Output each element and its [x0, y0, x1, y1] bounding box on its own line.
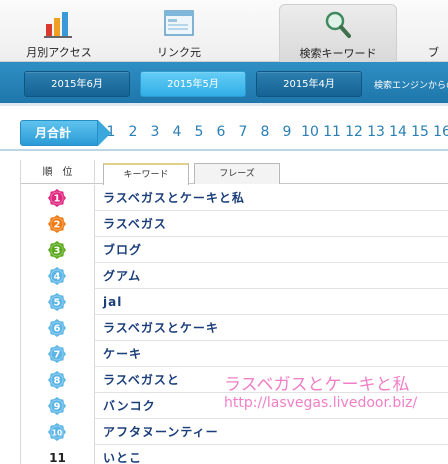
keyword-link[interactable]: ブログ: [94, 237, 448, 263]
keyword-row: 1 ラスベガスとケーキと私: [21, 185, 448, 211]
keyword-link[interactable]: ラスベガスとケーキ: [94, 315, 448, 341]
day-link[interactable]: 6: [212, 124, 230, 140]
tab-phrase[interactable]: フレーズ: [194, 163, 280, 184]
keyword-link[interactable]: jal: [94, 289, 448, 315]
day-link[interactable]: 1: [102, 124, 120, 140]
tab-monthly-access[interactable]: 月別アクセス: [0, 4, 118, 62]
rank-cell: 4: [21, 263, 94, 289]
rank-badge-icon: 1: [48, 189, 66, 207]
browser-window-icon: [164, 10, 194, 36]
rank-number: 6: [54, 324, 61, 335]
month-button-2015-05[interactable]: 2015年5月: [140, 71, 246, 97]
keyword-link[interactable]: ケーキ: [94, 341, 448, 367]
rank-badge-icon: 9: [48, 397, 66, 415]
month-total-button[interactable]: 月合計: [20, 120, 111, 146]
day-link[interactable]: 12: [342, 124, 366, 140]
rank-cell: 6: [21, 315, 94, 341]
month-note: 検索エンジンからの: [374, 81, 448, 91]
tab-keyword[interactable]: キーワード: [103, 163, 189, 185]
rank-cell: 8: [21, 367, 94, 393]
tab-referrer-label: リンク元: [157, 46, 201, 59]
day-link[interactable]: 14: [386, 124, 410, 140]
tab-monthly-access-label: 月別アクセス: [26, 46, 92, 59]
rank-number: 2: [54, 220, 61, 231]
day-link[interactable]: 3: [146, 124, 164, 140]
tab-search-keywords[interactable]: 検索キーワード: [279, 4, 397, 62]
tab-truncated-label: ブ: [428, 46, 439, 59]
day-link[interactable]: 2: [124, 124, 142, 140]
rank-cell: 11: [21, 445, 94, 464]
rank-badge-icon: 3: [48, 241, 66, 259]
rank-badge-icon: 4: [48, 267, 66, 285]
day-link[interactable]: 15: [408, 124, 432, 140]
day-bar-divider: [0, 149, 448, 151]
tab-search-keywords-label: 検索キーワード: [299, 47, 377, 60]
day-link[interactable]: 8: [256, 124, 274, 140]
keyword-row: 7 ケーキ: [21, 341, 448, 367]
keyword-tab-strip: キーワード フレーズ: [94, 160, 448, 185]
keyword-row: 6 ラスベガスとケーキ: [21, 315, 448, 341]
day-link[interactable]: 10: [298, 124, 322, 140]
keyword-link[interactable]: グアム: [94, 263, 448, 289]
day-link[interactable]: 7: [234, 124, 252, 140]
keyword-link[interactable]: アフタヌーンティー: [94, 419, 448, 445]
rank-number: 3: [54, 246, 61, 257]
keyword-link[interactable]: ラスベガス: [94, 211, 448, 237]
day-link[interactable]: 11: [320, 124, 344, 140]
day-selector-bar: 月合計 1 2 3 4 5 6 7 8 9 10 11 12 13 14 15 …: [0, 112, 448, 162]
rank-number: 1: [54, 194, 61, 205]
month-button-2015-06[interactable]: 2015年6月: [24, 71, 130, 97]
rank-cell: 7: [21, 341, 94, 367]
keyword-ranking-table: 順 位 キーワード フレーズ 1 ラスベガスとケーキと私 2 ラスベガス 3 ブログ 4 グア…: [20, 160, 448, 464]
rank-number: 5: [54, 298, 61, 309]
day-link[interactable]: 13: [364, 124, 388, 140]
keyword-link[interactable]: ラスベガスとケーキと私: [94, 185, 448, 211]
rank-number: 10: [52, 429, 62, 438]
day-link[interactable]: 5: [190, 124, 208, 140]
rank-badge-icon: 5: [48, 293, 66, 311]
watermark-blog-url: http://lasvegas.livedoor.biz/: [224, 395, 418, 411]
keyword-row: 5 jal: [21, 289, 448, 315]
keyword-row: 3 ブログ: [21, 237, 448, 263]
rank-cell: 10: [21, 419, 94, 445]
tab-referrer[interactable]: リンク元: [120, 4, 238, 62]
rank-badge-icon: 6: [48, 319, 66, 337]
tab-truncated[interactable]: ブ: [414, 4, 448, 62]
keyword-row: 4 グアム: [21, 263, 448, 289]
keyword-row: 2 ラスベガス: [21, 211, 448, 237]
rank-number: 9: [54, 402, 61, 413]
day-link[interactable]: 9: [278, 124, 296, 140]
rank-number: 8: [54, 376, 61, 387]
month-button-2015-04[interactable]: 2015年4月: [256, 71, 362, 97]
rank-badge-icon: 2: [48, 215, 66, 233]
rank-cell: 9: [21, 393, 94, 419]
rank-number: 4: [54, 272, 61, 283]
rank-column-header: 順 位: [21, 160, 94, 184]
rank-number: 11: [49, 451, 66, 464]
rank-badge-icon: 7: [48, 345, 66, 363]
rank-cell: 3: [21, 237, 94, 263]
rank-cell: 2: [21, 211, 94, 237]
rank-badge-icon: 8: [48, 371, 66, 389]
day-link[interactable]: 16: [430, 124, 448, 140]
report-tab-bar: 月別アクセス リンク元 検索キーワード ブ: [0, 0, 448, 62]
rank-cell: 1: [21, 185, 94, 211]
keyword-row: 11 いとこ: [21, 445, 448, 464]
rank-badge-icon: 10: [48, 423, 66, 441]
day-link[interactable]: 4: [168, 124, 186, 140]
month-selector-bar: 2015年6月 2015年5月 2015年4月 検索エンジンからの: [0, 62, 448, 106]
rank-cell: 5: [21, 289, 94, 315]
bar-chart-icon: [44, 12, 72, 38]
rank-number: 7: [54, 350, 61, 361]
keyword-row: 10 アフタヌーンティー: [21, 419, 448, 445]
magnifier-icon: [325, 11, 351, 38]
watermark-blog-title: ラスベガスとケーキと私: [224, 375, 410, 395]
keyword-link[interactable]: いとこ: [94, 445, 448, 464]
